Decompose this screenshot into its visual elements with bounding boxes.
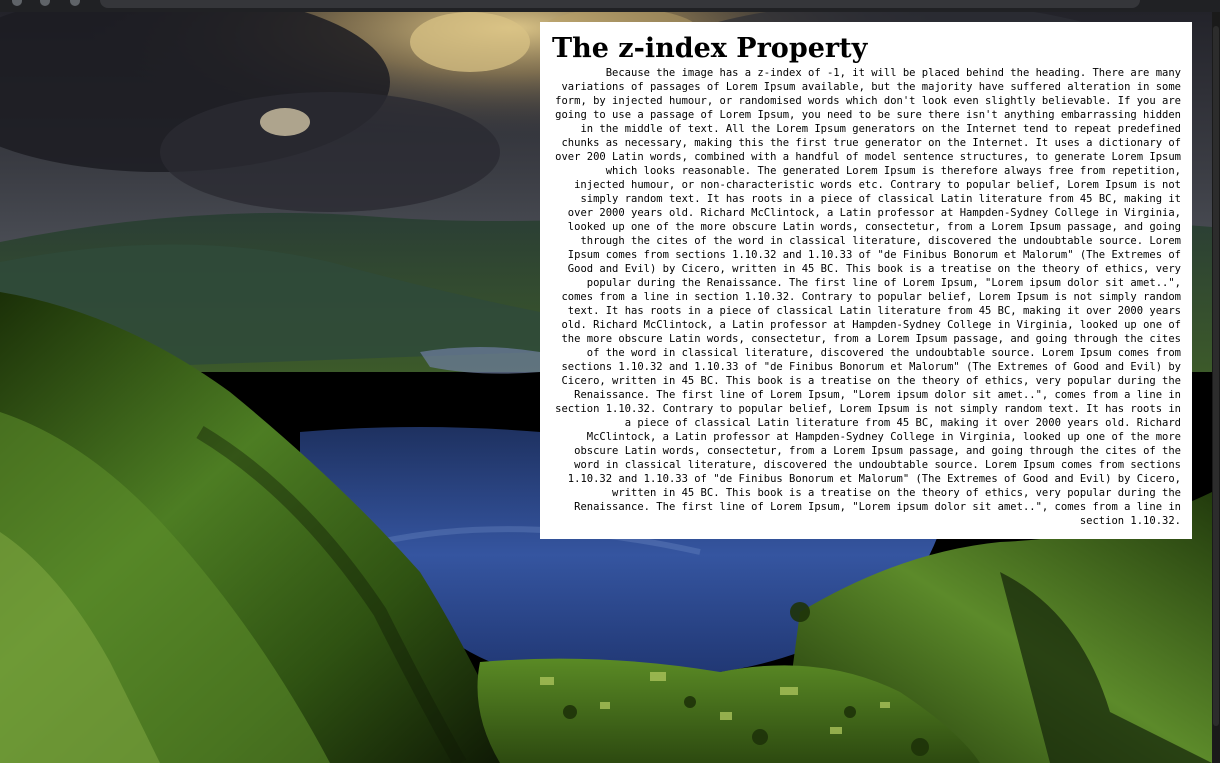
address-bar[interactable]: [100, 0, 1140, 8]
scrollbar-thumb[interactable]: [1213, 26, 1219, 726]
browser-viewport: The z-index Property Because the image h…: [0, 0, 1220, 763]
intro-sentence: Because the image has a z-index of -1, i…: [605, 67, 1087, 79]
paragraph-origin-2: Contrary to popular belief, Lorem Ipsum …: [555, 291, 1181, 415]
paragraph-origin-3: Contrary to popular belief, Lorem Ipsum …: [567, 403, 1181, 527]
page-scrollbar[interactable]: [1212, 12, 1220, 763]
intro-text: Because the image has a z-index of -1, i…: [552, 66, 1181, 528]
back-icon[interactable]: [12, 0, 22, 6]
paragraph-origin-1: Contrary to popular belief, Lorem Ipsum …: [561, 179, 1181, 303]
content-panel: The z-index Property Because the image h…: [540, 22, 1192, 539]
browser-toolbar: [0, 0, 1220, 12]
forward-icon[interactable]: [40, 0, 50, 6]
paragraph-variations: There are many variations of passages of…: [555, 67, 1181, 191]
page-title: The z-index Property: [552, 33, 868, 64]
reload-icon[interactable]: [70, 0, 80, 6]
